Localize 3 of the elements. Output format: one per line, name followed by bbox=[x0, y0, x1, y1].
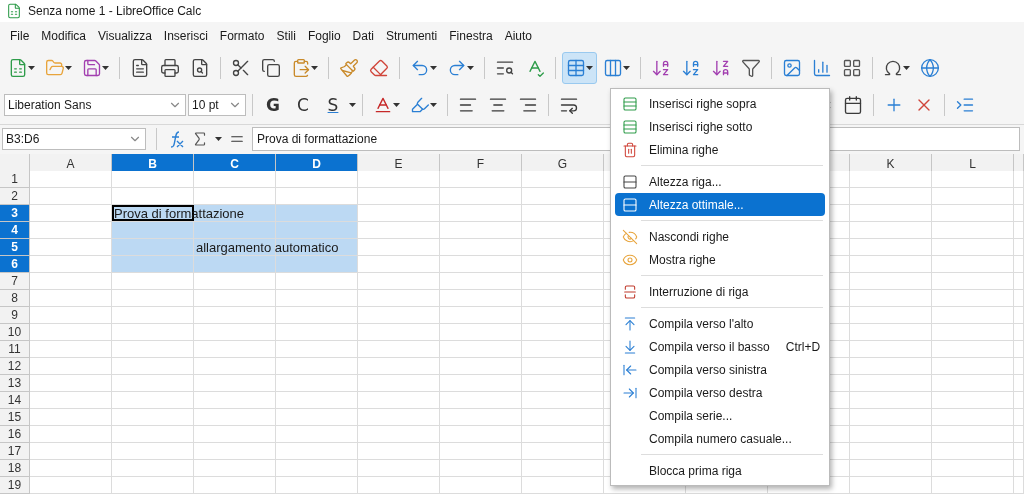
shortcut-text: Ctrl+D bbox=[785, 339, 821, 354]
window-title: Senza nome 1 - LibreOffice Calc bbox=[28, 4, 202, 19]
cell-text: allargamento automatico bbox=[195, 239, 339, 255]
